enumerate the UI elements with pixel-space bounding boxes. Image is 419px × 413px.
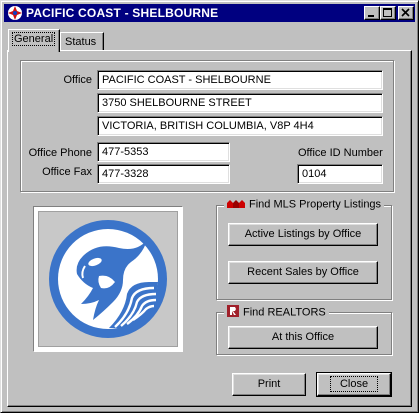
orca-logo — [49, 220, 167, 338]
realtors-group-title: Find REALTORS — [243, 306, 326, 319]
mls-houses-icon — [227, 198, 245, 211]
office-fax-field[interactable]: 477-3328 — [97, 164, 230, 184]
tab-status[interactable]: Status — [60, 32, 104, 52]
tab-general-label: General — [11, 32, 56, 46]
office-details-window: PACIFIC COAST - SHELBOURNE General Statu… — [0, 0, 419, 413]
close-button[interactable]: Close — [316, 372, 392, 397]
realtor-r-icon — [227, 305, 239, 320]
office-fax-label: Office Fax — [42, 166, 92, 178]
minimize-button[interactable] — [364, 6, 380, 20]
logo-background — [38, 211, 178, 347]
maximize-icon — [383, 8, 392, 17]
realtors-group-header: Find REALTORS — [224, 305, 329, 319]
office-id-label: Office ID Number — [298, 147, 383, 159]
recent-sales-label: Recent Sales by Office — [247, 266, 359, 278]
office-street-field[interactable]: 3750 SHELBOURNE STREET — [97, 93, 383, 113]
print-button[interactable]: Print — [232, 373, 306, 396]
office-label: Office — [63, 74, 92, 86]
close-label: Close — [329, 376, 379, 392]
at-this-office-label: At this Office — [271, 331, 335, 343]
window-title: PACIFIC COAST - SHELBOURNE — [26, 6, 219, 20]
close-window-button[interactable] — [398, 6, 414, 20]
close-icon — [401, 8, 410, 17]
office-name-field[interactable]: PACIFIC COAST - SHELBOURNE — [97, 70, 383, 90]
office-phone-label: Office Phone — [28, 147, 92, 159]
active-listings-label: Active Listings by Office — [244, 228, 362, 240]
tab-general[interactable]: General — [8, 29, 60, 52]
mls-group-header: Find MLS Property Listings — [224, 198, 385, 212]
office-logo-frame — [33, 206, 183, 352]
minimize-icon — [368, 15, 374, 17]
maximize-button[interactable] — [380, 6, 396, 20]
print-label: Print — [257, 378, 281, 390]
office-id-field[interactable]: 0104 — [297, 164, 383, 184]
office-city-field[interactable]: VICTORIA, BRITISH COLUMBIA, V8P 4H4 — [97, 116, 383, 136]
at-this-office-button[interactable]: At this Office — [228, 326, 378, 349]
tab-status-label: Status — [65, 36, 97, 48]
recent-sales-button[interactable]: Recent Sales by Office — [228, 261, 378, 284]
office-phone-field[interactable]: 477-5353 — [97, 142, 230, 162]
title-bar[interactable]: PACIFIC COAST - SHELBOURNE — [4, 4, 415, 22]
mls-group-title: Find MLS Property Listings — [249, 198, 382, 211]
app-icon — [7, 5, 23, 21]
mls-listings-group — [216, 205, 392, 300]
active-listings-button[interactable]: Active Listings by Office — [228, 223, 378, 246]
